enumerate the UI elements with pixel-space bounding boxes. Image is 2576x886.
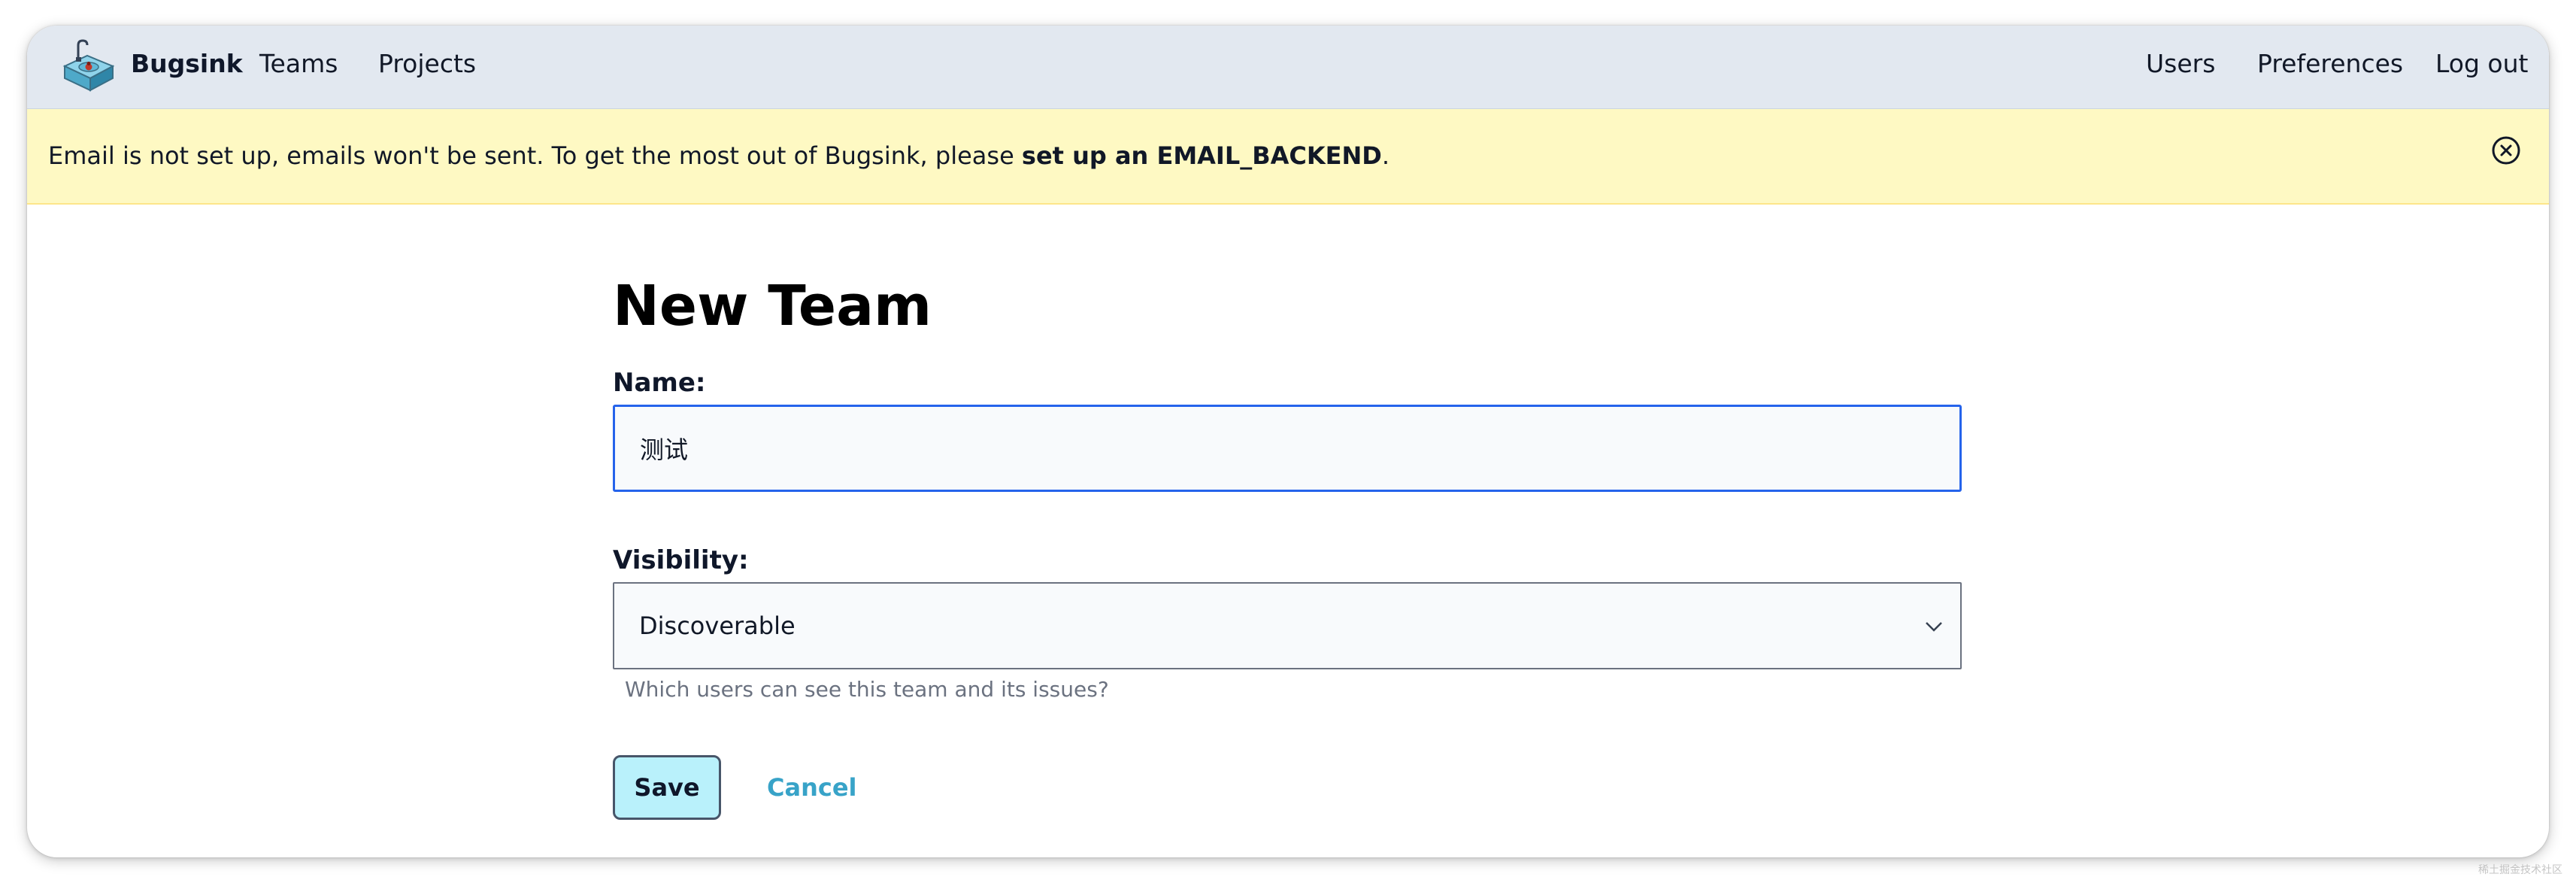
name-label: Name: <box>613 368 706 398</box>
page-title: New Team <box>613 274 932 338</box>
app-window: Bugsink Teams Projects Users Preferences… <box>27 26 2549 857</box>
visibility-label: Visibility: <box>613 545 749 575</box>
team-name-input[interactable] <box>613 405 1962 492</box>
visibility-selected-value: Discoverable <box>639 611 796 640</box>
brand-name[interactable]: Bugsink <box>131 49 243 79</box>
email-backend-setup-link[interactable]: set up an EMAIL_BACKEND <box>1022 141 1382 170</box>
email-warning-banner: Email is not set up, emails won't be sen… <box>27 109 2549 205</box>
nav-teams[interactable]: Teams <box>259 49 338 79</box>
nav-preferences[interactable]: Preferences <box>2257 49 2403 79</box>
banner-text-prefix: Email is not set up, emails won't be sen… <box>48 141 1022 170</box>
top-navigation-bar: Bugsink Teams Projects Users Preferences… <box>27 26 2549 109</box>
close-circle-icon[interactable] <box>2491 135 2521 165</box>
nav-users[interactable]: Users <box>2146 49 2215 79</box>
bugsink-logo-icon[interactable] <box>59 36 119 96</box>
chevron-down-icon <box>1926 622 1942 632</box>
watermark: 稀土掘金技术社区 <box>2478 864 2562 876</box>
banner-text-suffix: . <box>1381 141 1390 170</box>
cancel-link[interactable]: Cancel <box>767 772 857 803</box>
visibility-help-text: Which users can see this team and its is… <box>625 677 1109 702</box>
visibility-select[interactable]: Discoverable <box>613 582 1962 669</box>
nav-log-out[interactable]: Log out <box>2435 49 2528 79</box>
nav-projects[interactable]: Projects <box>378 49 476 79</box>
save-button[interactable]: Save <box>613 755 721 820</box>
banner-message: Email is not set up, emails won't be sen… <box>48 141 1390 171</box>
